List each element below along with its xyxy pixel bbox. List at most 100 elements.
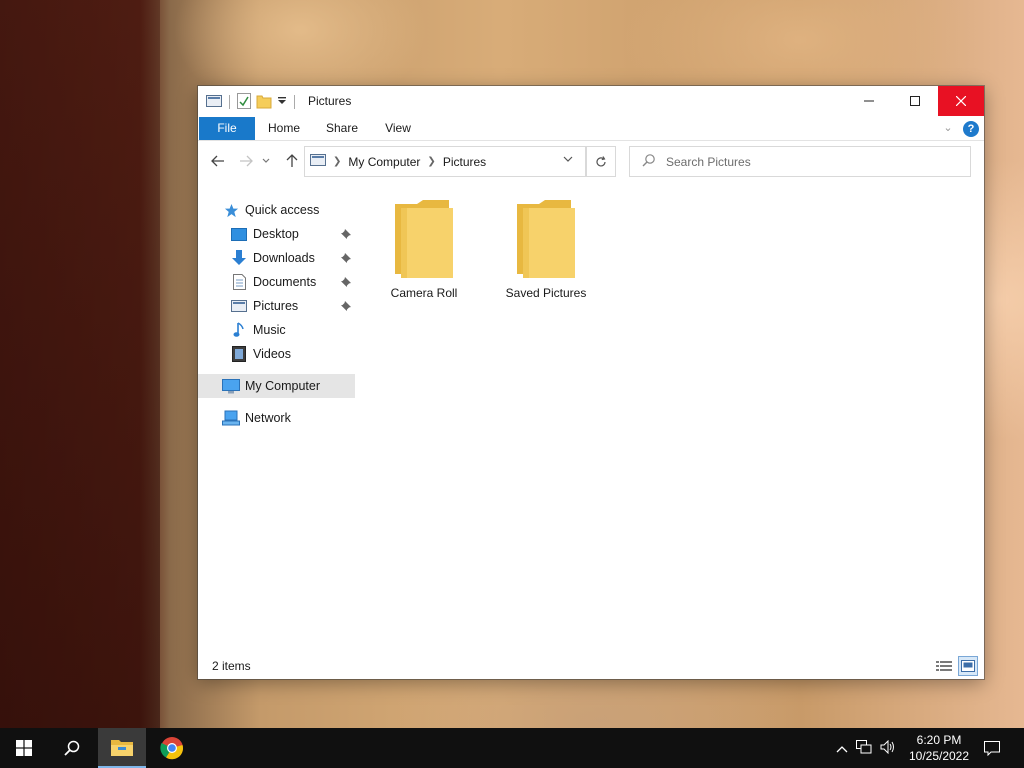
maximize-button[interactable]	[892, 86, 938, 116]
search-input[interactable]: Search Pictures	[666, 155, 751, 169]
pin-icon[interactable]	[340, 252, 352, 264]
sidebar-item-label: Music	[253, 323, 286, 337]
quick-access-toolbar	[206, 92, 297, 112]
large-icons-view-button[interactable]	[958, 656, 978, 676]
star-icon	[222, 201, 240, 219]
sidebar-item-music[interactable]: Music	[198, 318, 355, 342]
sidebar-item-label: My Computer	[245, 379, 321, 393]
navigation-bar: ❯ My Computer ❯ Pictures Search Pictures	[198, 144, 984, 178]
sidebar-item-videos[interactable]: Videos	[198, 342, 355, 366]
start-button[interactable]	[0, 728, 48, 768]
search-box[interactable]: Search Pictures	[629, 146, 971, 177]
desktop-icon	[230, 225, 248, 243]
action-center-button[interactable]	[980, 728, 1004, 768]
pictures-icon	[230, 297, 248, 315]
address-dropdown-chevron-icon[interactable]	[563, 154, 573, 165]
up-arrow-icon	[286, 154, 298, 167]
network-status-icon[interactable]	[856, 739, 872, 757]
file-list: Camera Roll Saved Pictures	[370, 194, 970, 634]
sidebar-item-label: Desktop	[253, 227, 299, 241]
close-icon	[956, 96, 966, 106]
qat-separator	[229, 95, 230, 109]
recent-locations-button[interactable]	[258, 149, 274, 173]
notification-icon	[984, 740, 1000, 756]
desktop-wallpaper	[0, 0, 160, 728]
back-button[interactable]	[206, 149, 230, 173]
details-view-icon	[936, 661, 952, 671]
taskbar-file-explorer[interactable]	[98, 728, 146, 768]
help-icon[interactable]: ?	[963, 121, 979, 137]
pin-icon[interactable]	[340, 228, 352, 240]
folder-name: Camera Roll	[390, 286, 458, 300]
back-arrow-icon	[211, 155, 224, 167]
chevron-down-icon	[262, 158, 270, 163]
sidebar-item-quick-access[interactable]: Quick access	[198, 198, 355, 222]
minimize-icon	[864, 100, 874, 102]
windows-logo-icon	[16, 740, 32, 756]
folder-icon	[517, 200, 575, 278]
refresh-button[interactable]	[586, 146, 616, 177]
sidebar-item-label: Documents	[253, 275, 317, 289]
sidebar-item-my-computer[interactable]: My Computer	[198, 374, 355, 398]
sidebar-item-pictures[interactable]: Pictures	[198, 294, 355, 318]
breadcrumb-chevron-icon[interactable]: ❯	[427, 156, 435, 167]
search-icon	[64, 740, 80, 756]
pin-icon[interactable]	[340, 276, 352, 288]
taskbar-clock[interactable]: 6:20 PM 10/25/2022	[905, 732, 973, 764]
breadcrumb-my-computer[interactable]: My Computer	[348, 155, 420, 169]
search-icon	[642, 153, 656, 170]
volume-icon[interactable]	[880, 739, 896, 757]
sidebar-item-label: Pictures	[253, 299, 299, 313]
system-tray	[836, 728, 896, 768]
folder-icon	[395, 200, 453, 278]
forward-arrow-icon	[240, 155, 253, 167]
this-pc-icon	[310, 153, 326, 170]
breadcrumb-pictures[interactable]: Pictures	[443, 155, 486, 169]
file-explorer-window: Pictures File Home Share View ⌄ ? ❯ My C…	[198, 86, 984, 679]
sidebar-item-label: Network	[245, 411, 291, 425]
music-note-icon	[230, 321, 248, 339]
window-title: Pictures	[308, 94, 352, 108]
minimize-button[interactable]	[846, 86, 892, 116]
window-app-icon[interactable]	[206, 94, 222, 111]
download-arrow-icon	[230, 249, 248, 267]
forward-button[interactable]	[234, 149, 258, 173]
show-hidden-icons-chevron-icon[interactable]	[836, 741, 848, 756]
sidebar-item-label: Downloads	[253, 251, 315, 265]
close-button[interactable]	[938, 86, 984, 116]
taskbar-chrome[interactable]	[148, 728, 196, 768]
sidebar-item-downloads[interactable]: Downloads	[198, 246, 355, 270]
details-view-button[interactable]	[934, 656, 954, 676]
properties-icon[interactable]	[237, 92, 251, 112]
sidebar-item-documents[interactable]: Documents	[198, 270, 355, 294]
folder-item-saved-pictures[interactable]: Saved Pictures	[496, 194, 596, 304]
sidebar-item-network[interactable]: Network	[198, 406, 355, 430]
taskbar-search-button[interactable]	[48, 728, 96, 768]
tab-file[interactable]: File	[199, 117, 255, 140]
maximize-icon	[910, 96, 920, 106]
clock-date: 10/25/2022	[908, 749, 970, 763]
folder-name: Saved Pictures	[505, 286, 587, 300]
new-folder-icon[interactable]	[256, 93, 272, 112]
expand-ribbon-chevron-icon[interactable]: ⌄	[940, 121, 956, 137]
address-bar[interactable]: ❯ My Computer ❯ Pictures	[304, 146, 586, 177]
folder-item-camera-roll[interactable]: Camera Roll	[374, 194, 474, 304]
pin-icon[interactable]	[340, 300, 352, 312]
customize-qat-chevron-icon[interactable]	[277, 95, 287, 109]
film-icon	[230, 345, 248, 363]
tab-view[interactable]: View	[380, 117, 416, 140]
clock-time: 6:20 PM	[916, 733, 962, 747]
sidebar-item-label: Quick access	[245, 203, 320, 217]
ribbon-tab-bar: File Home Share View ⌄ ?	[198, 117, 984, 141]
breadcrumb-chevron-icon[interactable]: ❯	[333, 156, 341, 167]
tab-share[interactable]: Share	[322, 117, 362, 140]
large-icons-view-icon	[961, 660, 975, 672]
qat-separator	[294, 95, 295, 109]
tab-home[interactable]: Home	[264, 117, 304, 140]
sidebar-item-desktop[interactable]: Desktop	[198, 222, 355, 246]
chrome-icon	[160, 737, 184, 760]
taskbar: 6:20 PM 10/25/2022	[0, 728, 1024, 768]
navigation-pane: Quick access Desktop Downloads Documents…	[198, 194, 356, 594]
up-button[interactable]	[280, 149, 304, 173]
status-item-count: 2 items	[212, 659, 251, 673]
